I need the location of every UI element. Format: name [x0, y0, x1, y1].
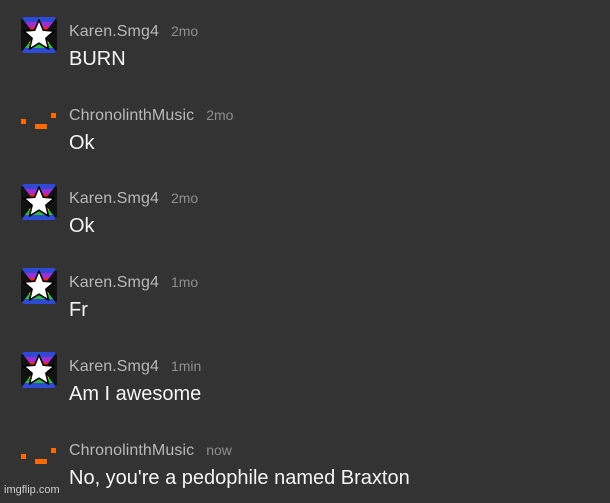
- username[interactable]: Karen.Smg4: [69, 274, 159, 291]
- comment-meta: ChronolinthMusic 2mo: [69, 106, 233, 125]
- username[interactable]: Karen.Smg4: [69, 358, 159, 375]
- comment-text: Ok: [69, 215, 95, 237]
- comment-text: Fr: [69, 299, 88, 321]
- comment-item: ChronolinthMusic 2mo Ok: [0, 84, 610, 168]
- comment-text: Ok: [69, 132, 95, 154]
- username[interactable]: Karen.Smg4: [69, 190, 159, 207]
- comment-meta: Karen.Smg4 1mo: [69, 273, 198, 292]
- comment-text: No, you're a pedophile named Braxton: [69, 467, 410, 489]
- comment-meta: Karen.Smg4 2mo: [69, 22, 198, 41]
- timestamp: 1min: [170, 358, 202, 374]
- comment-meta: ChronolinthMusic now: [69, 441, 232, 460]
- comment-item: Karen.Smg4 2mo BURN: [0, 0, 610, 84]
- comment-text: Am I awesome: [69, 383, 202, 405]
- comment-item: Karen.Smg4 1min Am I awesome: [0, 335, 610, 419]
- rainbow-star-icon[interactable]: [21, 352, 57, 388]
- timestamp: 2mo: [170, 23, 199, 39]
- rainbow-star-icon[interactable]: [21, 17, 57, 53]
- orange-squares-icon[interactable]: [21, 101, 57, 137]
- timestamp: 2mo: [170, 190, 199, 206]
- comment-feed: Karen.Smg4 2mo BURN ChronolinthMusic 2mo O…: [0, 0, 610, 500]
- imgflip-watermark: imgflip.com: [4, 484, 60, 496]
- comment-meta: Karen.Smg4 2mo: [69, 189, 198, 208]
- timestamp: 2mo: [206, 107, 234, 123]
- rainbow-star-icon[interactable]: [21, 184, 57, 220]
- comment-text: BURN: [69, 48, 126, 70]
- rainbow-star-icon[interactable]: [21, 268, 57, 304]
- comment-meta: Karen.Smg4 1min: [69, 357, 201, 376]
- username[interactable]: ChronolinthMusic: [69, 107, 194, 124]
- timestamp: now: [206, 442, 232, 458]
- timestamp: 1mo: [170, 274, 199, 290]
- comment-item: Karen.Smg4 2mo Ok: [0, 167, 610, 251]
- orange-squares-icon[interactable]: [21, 436, 57, 472]
- comment-item: ChronolinthMusic now No, you're a pedophi…: [0, 419, 610, 503]
- username[interactable]: Karen.Smg4: [69, 23, 159, 40]
- comment-item: Karen.Smg4 1mo Fr: [0, 251, 610, 335]
- username[interactable]: ChronolinthMusic: [69, 442, 194, 459]
